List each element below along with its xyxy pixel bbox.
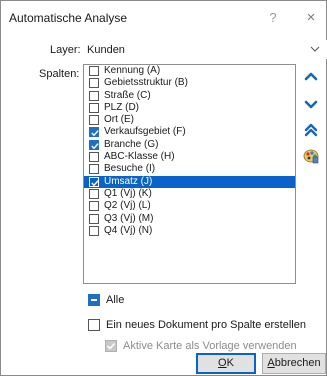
list-item[interactable]: Gebietsstruktur (B) xyxy=(84,77,295,89)
unchecked-checkbox[interactable] xyxy=(89,90,99,101)
list-item-label: Gebietsstruktur (B) xyxy=(104,77,188,89)
list-item-label: Q3 (Vj) (M) xyxy=(104,212,154,224)
chevron-down-icon xyxy=(310,46,320,52)
list-item[interactable]: PLZ (D) xyxy=(84,102,295,114)
unchecked-checkbox[interactable] xyxy=(89,66,99,76)
dialog-title: Automatische Analyse xyxy=(9,11,128,25)
active-map-template-label: Aktive Karte als Vorlage verwenden xyxy=(123,340,297,352)
list-item[interactable]: ABC-Klasse (H) xyxy=(84,151,295,163)
checked-checkbox[interactable] xyxy=(89,176,99,187)
list-item-label: Kennung (A) xyxy=(104,65,161,76)
list-item[interactable]: Straße (C) xyxy=(84,90,295,102)
list-item-label: Straße (C) xyxy=(104,89,151,101)
all-label: Alle xyxy=(106,294,125,306)
active-map-template-checkbox[interactable] xyxy=(105,340,117,352)
double-chevron-up-icon[interactable] xyxy=(302,121,320,139)
chevron-up-icon[interactable] xyxy=(302,68,320,86)
unchecked-checkbox[interactable] xyxy=(89,164,99,175)
list-item[interactable]: Umsatz (J) xyxy=(84,175,295,188)
list-item[interactable]: Q1 (Vj) (K) xyxy=(84,188,295,200)
cancel-button[interactable]: Abbrechen xyxy=(262,353,326,374)
new-document-per-column-label: Ein neues Dokument pro Spalte erstellen xyxy=(106,319,306,331)
list-item-label: PLZ (D) xyxy=(104,101,139,113)
checked-checkbox[interactable] xyxy=(89,139,99,150)
columns-label: Spalten: xyxy=(39,68,80,80)
list-item[interactable]: Besuche (I) xyxy=(84,163,295,175)
list-item-label: Q2 (Vj) (L) xyxy=(104,200,151,212)
close-button[interactable]: × xyxy=(301,9,321,27)
list-item[interactable]: Verkaufsgebiet (F) xyxy=(84,126,295,138)
layer-select-value: Kunden xyxy=(87,44,125,56)
list-item-label: Q4 (Vj) (N) xyxy=(104,224,153,236)
automatic-analysis-dialog: Automatische Analyse ? × Layer: Kunden S… xyxy=(0,0,327,376)
list-item[interactable]: Q2 (Vj) (L) xyxy=(84,200,295,212)
new-document-per-column-checkbox[interactable] xyxy=(88,319,100,331)
cancel-label-rest: bbrechen xyxy=(274,357,321,369)
list-item-label: Besuche (I) xyxy=(104,163,156,175)
unchecked-checkbox[interactable] xyxy=(89,102,99,113)
layer-select[interactable]: Kunden xyxy=(83,40,327,59)
list-item[interactable]: Q3 (Vj) (M) xyxy=(84,213,295,225)
list-item-label: Ort (E) xyxy=(104,114,134,126)
all-checkbox[interactable] xyxy=(88,294,100,306)
list-item[interactable]: Branche (G) xyxy=(84,139,295,151)
unchecked-checkbox[interactable] xyxy=(89,213,99,224)
color-palette-icon[interactable] xyxy=(302,147,320,165)
unchecked-checkbox[interactable] xyxy=(89,188,99,199)
checked-checkbox[interactable] xyxy=(89,127,99,138)
list-item[interactable]: Ort (E) xyxy=(84,114,295,126)
list-item-label: Umsatz (J) xyxy=(104,175,153,187)
unchecked-checkbox[interactable] xyxy=(89,201,99,212)
list-item-label: ABC-Klasse (H) xyxy=(104,151,175,163)
unchecked-checkbox[interactable] xyxy=(89,78,99,89)
list-item-label: Q1 (Vj) (K) xyxy=(104,187,152,199)
unchecked-checkbox[interactable] xyxy=(89,225,99,236)
list-item-label: Branche (G) xyxy=(104,138,159,150)
layer-label: Layer: xyxy=(50,44,81,56)
list-item[interactable]: Kennung (A) xyxy=(84,65,295,77)
help-button[interactable]: ? xyxy=(263,9,283,27)
ok-accelerator: O xyxy=(218,357,227,369)
title-bar: Automatische Analyse ? × xyxy=(1,1,326,33)
unchecked-checkbox[interactable] xyxy=(89,152,99,163)
list-item-label: Verkaufsgebiet (F) xyxy=(104,126,186,138)
ok-label-rest: K xyxy=(226,357,234,369)
unchecked-checkbox[interactable] xyxy=(89,115,99,126)
columns-listbox[interactable]: Kennung (A) Gebietsstruktur (B) Straße (C)… xyxy=(83,64,296,284)
chevron-down-icon[interactable] xyxy=(302,95,320,113)
list-item[interactable]: Q4 (Vj) (N) xyxy=(84,225,295,237)
cancel-accelerator: A xyxy=(267,357,275,369)
ok-button[interactable]: OK xyxy=(196,353,256,374)
